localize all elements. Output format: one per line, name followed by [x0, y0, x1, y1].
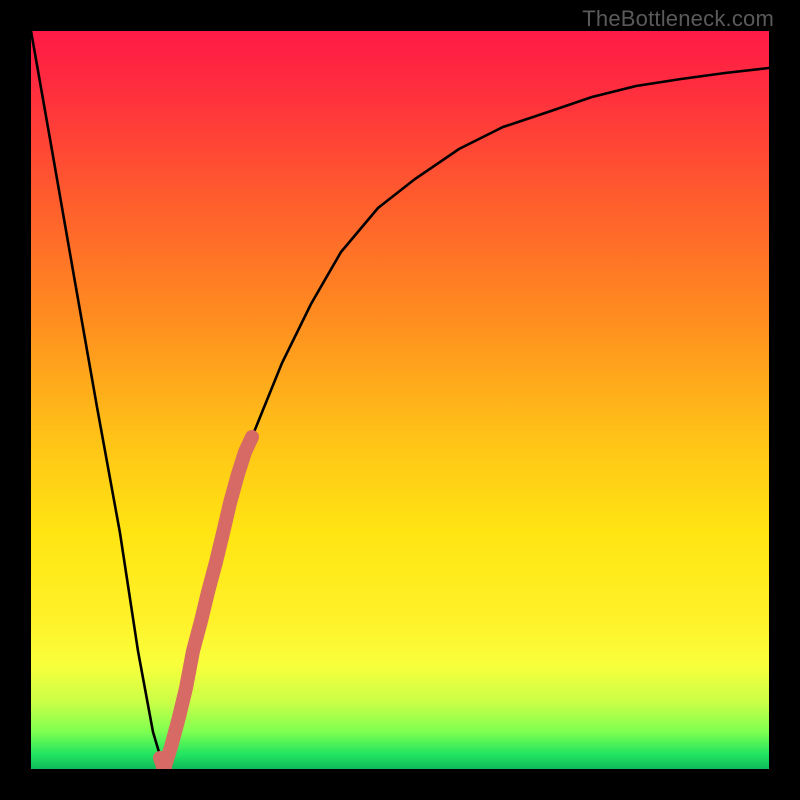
watermark-label: TheBottleneck.com	[582, 6, 774, 32]
chart-svg	[31, 31, 769, 769]
chart-frame: TheBottleneck.com	[0, 0, 800, 800]
highlight-segment-path	[160, 437, 252, 769]
plot-area	[31, 31, 769, 769]
bottleneck-curve-path	[31, 31, 769, 769]
